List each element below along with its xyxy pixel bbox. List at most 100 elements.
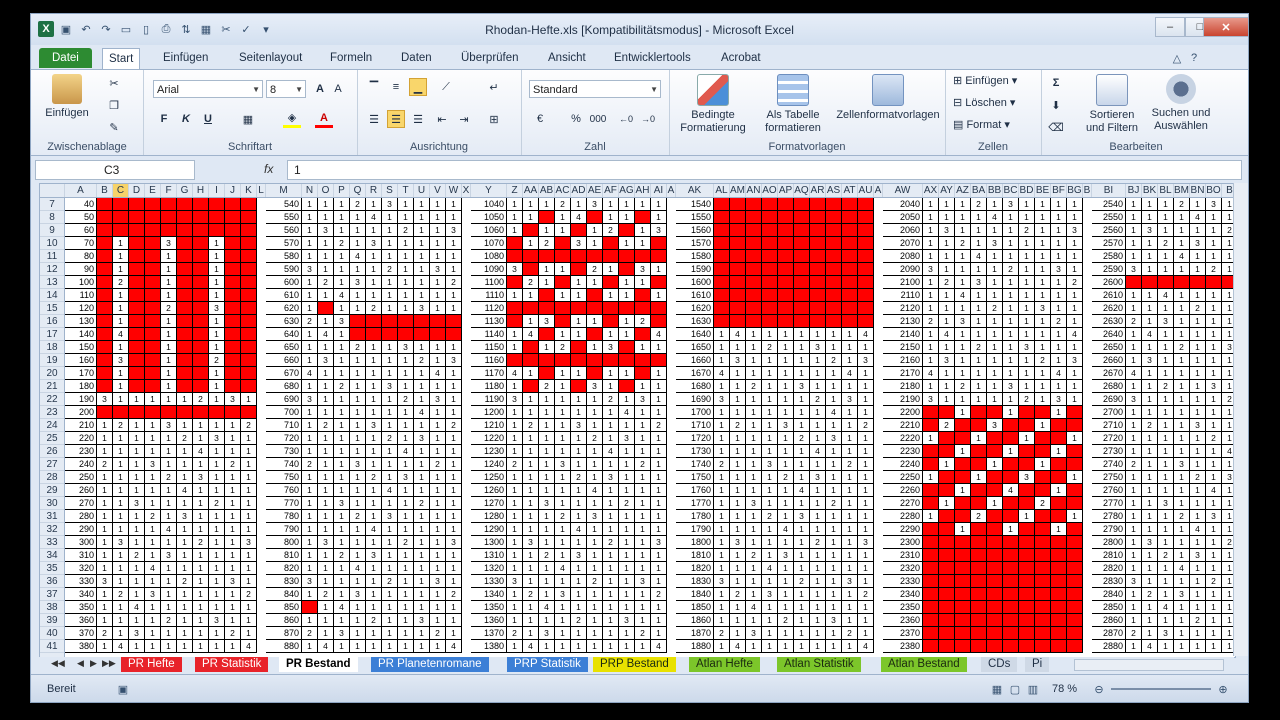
cell[interactable]: 1 — [177, 601, 193, 614]
cell[interactable]: 1 — [113, 471, 129, 484]
cell[interactable]: 1 — [555, 406, 571, 419]
cell[interactable]: 1 — [318, 510, 334, 523]
cell[interactable]: 1 — [302, 484, 318, 497]
cell[interactable]: 1 — [987, 328, 1003, 341]
cell[interactable]: 1 — [1019, 640, 1035, 653]
cell[interactable]: 1 — [177, 289, 193, 302]
cell[interactable]: 1 — [414, 263, 430, 276]
column-header[interactable]: BC — [1003, 184, 1019, 197]
cell[interactable]: 1 — [523, 562, 539, 575]
cell[interactable]: 2 — [714, 315, 730, 328]
cell[interactable]: 2 — [714, 627, 730, 640]
cell[interactable]: 1 — [177, 328, 193, 341]
cell[interactable]: 1 — [746, 419, 762, 432]
cell[interactable]: 1 — [1051, 523, 1067, 536]
cell[interactable]: 3 — [302, 263, 318, 276]
cell[interactable]: 1 — [350, 614, 366, 627]
cell[interactable]: 1 — [587, 588, 603, 601]
cell[interactable]: 1 — [241, 315, 257, 328]
cell[interactable]: 1 — [145, 614, 161, 627]
cell[interactable]: 2 — [955, 380, 971, 393]
column-header[interactable]: R — [366, 184, 382, 197]
cell[interactable]: 1 — [939, 510, 955, 523]
cell[interactable]: 1 — [161, 497, 177, 510]
cell[interactable]: 2 — [523, 276, 539, 289]
cell[interactable]: 1 — [778, 289, 794, 302]
cell[interactable]: 1 — [858, 393, 874, 406]
cell[interactable]: 1 — [955, 341, 971, 354]
cell[interactable]: 1 — [430, 484, 446, 497]
cell[interactable]: 1 — [826, 289, 842, 302]
cell[interactable]: 1 — [971, 523, 987, 536]
cell[interactable]: 1 — [619, 250, 635, 263]
cell[interactable]: 1 — [113, 406, 129, 419]
cell[interactable]: 1 — [523, 471, 539, 484]
cell[interactable]: 4 — [842, 367, 858, 380]
cell[interactable]: 1 — [366, 328, 382, 341]
cell[interactable]: 1 — [1126, 536, 1142, 549]
cell[interactable]: 4 — [1126, 367, 1142, 380]
cell[interactable]: 1 — [955, 328, 971, 341]
cell[interactable]: 1 — [129, 432, 145, 445]
cell[interactable]: 1 — [746, 302, 762, 315]
row-label-cell[interactable]: 1710 — [676, 419, 714, 432]
cell[interactable]: 4 — [987, 523, 1003, 536]
cell[interactable]: 1 — [714, 484, 730, 497]
cell[interactable]: 1 — [619, 523, 635, 536]
cell[interactable]: 4 — [241, 328, 257, 341]
cell[interactable]: 1 — [97, 380, 113, 393]
row-label-cell[interactable]: 840 — [266, 588, 302, 601]
cell[interactable]: 1 — [858, 367, 874, 380]
row-label-cell[interactable]: 880 — [266, 640, 302, 653]
cell[interactable]: 3 — [193, 471, 209, 484]
cell[interactable]: 1 — [923, 406, 939, 419]
cell[interactable]: 1 — [539, 224, 555, 237]
cell[interactable]: 1 — [350, 575, 366, 588]
cell[interactable]: 1 — [714, 601, 730, 614]
cell[interactable]: 1 — [414, 367, 430, 380]
cell[interactable]: 1 — [746, 471, 762, 484]
cell[interactable]: 4 — [1067, 640, 1083, 653]
cell[interactable]: 1 — [193, 484, 209, 497]
cell[interactable]: 1 — [810, 354, 826, 367]
row-label-cell[interactable]: 2810 — [1092, 549, 1126, 562]
cell[interactable]: 4 — [1142, 640, 1158, 653]
cell[interactable]: 3 — [778, 237, 794, 250]
cell[interactable]: 1 — [523, 432, 539, 445]
cell[interactable]: 1 — [97, 562, 113, 575]
cell[interactable]: 1 — [1067, 237, 1083, 250]
cell[interactable]: 1 — [1067, 302, 1083, 315]
cell[interactable]: 1 — [1174, 263, 1190, 276]
cell[interactable]: 1 — [987, 484, 1003, 497]
cell[interactable]: 1 — [414, 523, 430, 536]
cell[interactable]: 1 — [619, 393, 635, 406]
cell[interactable]: 1 — [1067, 263, 1083, 276]
cell[interactable]: 1 — [430, 224, 446, 237]
column-header[interactable]: A — [874, 184, 883, 197]
cell[interactable]: 1 — [971, 328, 987, 341]
cell[interactable]: 1 — [209, 523, 225, 536]
cell[interactable]: 1 — [161, 458, 177, 471]
cell[interactable]: 3 — [955, 497, 971, 510]
cell[interactable]: 1 — [794, 315, 810, 328]
cell[interactable]: 1 — [145, 380, 161, 393]
cell[interactable]: 3 — [587, 510, 603, 523]
cell[interactable]: 1 — [810, 198, 826, 211]
cell[interactable]: 1 — [651, 263, 667, 276]
cell[interactable]: 1 — [1035, 575, 1051, 588]
cell[interactable]: 2 — [923, 458, 939, 471]
cell[interactable]: 1 — [145, 289, 161, 302]
cell[interactable]: 1 — [302, 614, 318, 627]
cell[interactable]: 1 — [826, 601, 842, 614]
delete-cells-button[interactable]: ⊟ Löschen ▾ — [953, 97, 1015, 110]
cell[interactable]: 2 — [523, 588, 539, 601]
cell[interactable]: 1 — [414, 536, 430, 549]
cell[interactable]: 2 — [97, 458, 113, 471]
cell[interactable]: 3 — [651, 354, 667, 367]
cell[interactable]: 1 — [1158, 484, 1174, 497]
cell[interactable]: 1 — [366, 640, 382, 653]
cell[interactable]: 1 — [507, 536, 523, 549]
cell[interactable]: 1 — [619, 263, 635, 276]
cell[interactable]: 1 — [523, 250, 539, 263]
cell[interactable]: 2 — [1174, 510, 1190, 523]
